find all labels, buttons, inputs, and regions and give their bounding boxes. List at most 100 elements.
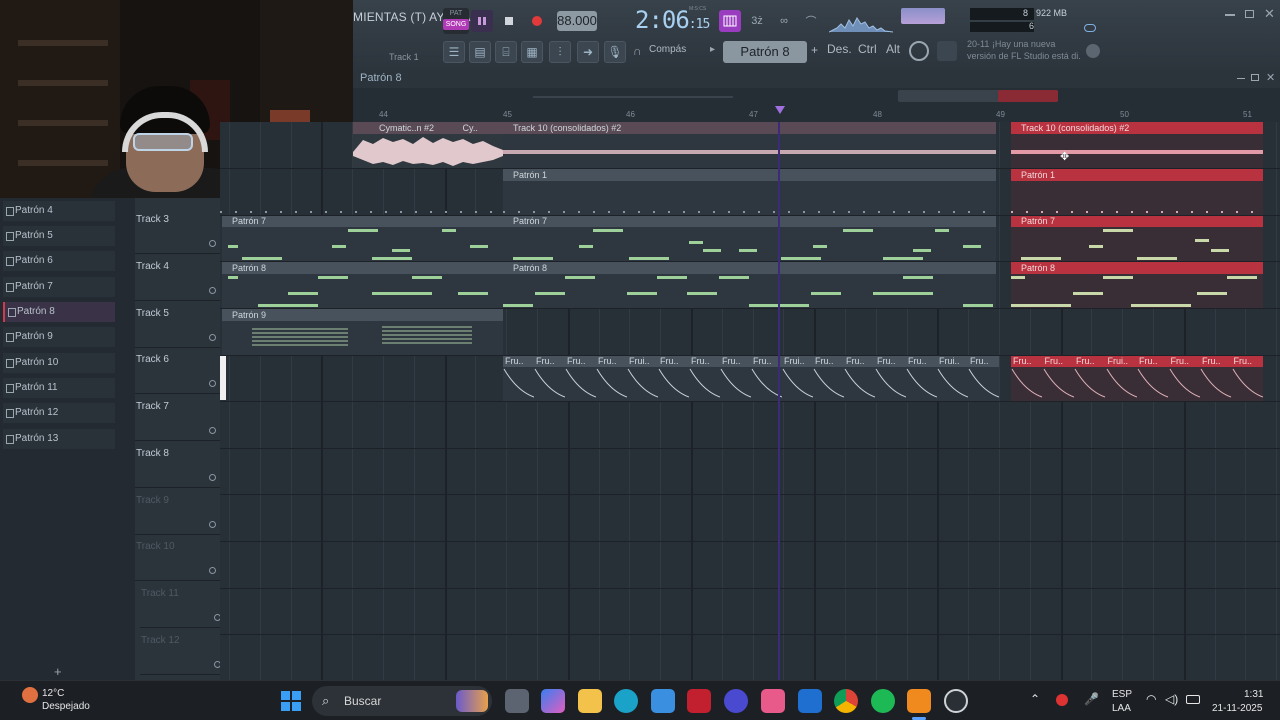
weather-desc[interactable]: Despejado xyxy=(42,701,90,712)
playlist-minimize-button[interactable] xyxy=(1237,78,1245,79)
automation-clip[interactable]: Frui.. xyxy=(1105,355,1137,401)
wifi-icon[interactable]: ◠ xyxy=(1146,692,1156,706)
tray-chevron-icon[interactable]: ⌃ xyxy=(1030,692,1040,706)
picker-item-patron-13[interactable]: Patrón 13 xyxy=(3,429,115,449)
pause-button[interactable] xyxy=(471,10,493,32)
pattern-clip-patron-7-b[interactable]: Patrón 7 xyxy=(503,215,996,261)
playlist-close-button[interactable]: ✕ xyxy=(1266,71,1275,84)
picker-item-patron-12[interactable]: Patrón 12 xyxy=(3,403,115,423)
mixer-button[interactable]: ⫶ xyxy=(549,41,571,63)
alt-key-label[interactable]: Alt xyxy=(886,42,900,56)
edge-icon[interactable] xyxy=(614,689,638,713)
track-mute-dot[interactable] xyxy=(209,287,216,294)
channel-rack-button[interactable]: ▦ xyxy=(521,41,543,63)
touch-keyboard-icon[interactable] xyxy=(909,41,929,61)
automation-clip[interactable]: Frui.. xyxy=(782,355,813,401)
record-button[interactable] xyxy=(526,10,548,32)
automation-clip[interactable]: Fru.. xyxy=(1200,355,1232,401)
automation-clip[interactable]: Fru.. xyxy=(906,355,937,401)
stop-button[interactable] xyxy=(498,10,520,32)
outlook-icon[interactable] xyxy=(798,689,822,713)
playhead-marker-icon[interactable] xyxy=(775,106,785,114)
automation-clip[interactable]: Fru.. xyxy=(720,355,751,401)
mic-icon[interactable]: 🎤 xyxy=(1084,692,1099,706)
automation-clip[interactable]: Fru.. xyxy=(596,355,627,401)
tray-record-icon[interactable] xyxy=(1056,694,1068,706)
pattern-clip-patron-8-b[interactable]: Patrón 8 xyxy=(503,262,996,308)
metronome-button[interactable]: 3ż xyxy=(746,10,768,32)
automation-clip[interactable]: Frui.. xyxy=(627,355,658,401)
picker-item-patron-7[interactable]: Patrón 7 xyxy=(3,277,115,297)
ctrl-key-label[interactable]: Ctrl xyxy=(858,42,877,56)
automation-clip[interactable]: Fru.. xyxy=(503,355,534,401)
fl-studio-icon[interactable] xyxy=(907,689,931,713)
track-header-12[interactable]: Track 12 xyxy=(140,629,225,675)
audio-clip-prev[interactable]: Cymatic..n #2 Cy.. xyxy=(353,122,503,168)
playlist-maximize-button[interactable] xyxy=(1251,74,1259,81)
clock-time[interactable]: 1:31 xyxy=(1244,689,1263,700)
loop-record-button[interactable]: ∞ xyxy=(773,10,795,32)
track-mute-dot[interactable] xyxy=(209,427,216,434)
track-mute-dot[interactable] xyxy=(209,240,216,247)
automation-clip[interactable]: Fru.. xyxy=(875,355,906,401)
file-explorer-icon[interactable] xyxy=(578,689,602,713)
master-volume-meter[interactable] xyxy=(901,8,945,24)
weather-temp[interactable]: 12°C xyxy=(42,688,64,699)
obs-icon[interactable] xyxy=(944,689,968,713)
automation-clip[interactable]: Fru.. xyxy=(689,355,720,401)
globe-icon[interactable] xyxy=(1086,44,1100,58)
picker-item-patron-4[interactable]: Patrón 4 xyxy=(3,201,115,221)
clock-date[interactable]: 21-11-2025 xyxy=(1212,703,1262,714)
pattern-clip-patron-8-a[interactable]: Patrón 8 xyxy=(222,262,503,308)
shift-key-label[interactable]: Des. xyxy=(827,42,852,56)
track-header-8[interactable]: Track 8 xyxy=(135,442,220,488)
playlist-grid[interactable]: Cymatic..n #2 Cy.. Track 10 (consolidado… xyxy=(220,122,1280,680)
track-header-6[interactable]: Track 6 xyxy=(135,348,220,394)
pattern-clip-patron-1[interactable]: Patrón 1 xyxy=(503,169,996,215)
pattern-clip-patron-7-a[interactable]: Patrón 7 xyxy=(222,215,503,261)
track-header-7[interactable]: Track 7 xyxy=(135,395,220,441)
step-sequencer-button[interactable]: ▤ xyxy=(469,41,491,63)
track-header-5[interactable]: Track 5 xyxy=(135,302,220,348)
track-mute-dot[interactable] xyxy=(209,334,216,341)
language-line-1[interactable]: ESP xyxy=(1112,689,1132,700)
vpn-icon[interactable] xyxy=(724,689,748,713)
prev-pattern-arrow-icon[interactable]: ▸ xyxy=(710,44,715,55)
windows-start-icon[interactable] xyxy=(281,691,301,711)
automation-clip[interactable]: Fru.. xyxy=(1042,355,1074,401)
track-mute-dot[interactable] xyxy=(209,521,216,528)
pat-song-toggle[interactable]: PAT SONG xyxy=(443,8,469,34)
pattern-clip-patron-9[interactable]: Patrón 9 xyxy=(222,309,503,355)
automation-clip[interactable]: Fru.. xyxy=(658,355,689,401)
automation-clip[interactable]: Frui.. xyxy=(937,355,968,401)
picker-add-button[interactable]: + xyxy=(54,664,62,679)
spotify-icon[interactable] xyxy=(871,689,895,713)
automation-clip[interactable]: Fru.. xyxy=(1168,355,1200,401)
app-icon[interactable] xyxy=(761,689,785,713)
mcafee-icon[interactable] xyxy=(687,689,711,713)
track-header-9[interactable]: Track 9 xyxy=(135,489,220,535)
add-pattern-button[interactable]: + xyxy=(811,43,818,57)
track-header-3[interactable]: Track 3 xyxy=(135,208,220,254)
automation-clip[interactable]: Fru.. xyxy=(1137,355,1169,401)
track-mute-dot[interactable] xyxy=(209,567,216,574)
restore-window-button[interactable] xyxy=(1245,10,1254,18)
automation-clip[interactable]: Fru.. xyxy=(565,355,596,401)
pattern-clip-patron-7-selected[interactable]: Patrón 7 xyxy=(1011,215,1263,261)
picker-item-patron-10[interactable]: Patrón 10 xyxy=(3,353,115,373)
recording-button[interactable]: 🎙 xyxy=(604,41,626,63)
plugin-picker-button[interactable]: ➜ xyxy=(577,41,599,63)
shop-cart-icon[interactable] xyxy=(937,41,957,61)
automation-clip[interactable]: Fru.. xyxy=(968,355,999,401)
close-window-button[interactable]: ✕ xyxy=(1264,6,1275,22)
automation-clip[interactable]: Fru.. xyxy=(844,355,875,401)
automation-clip[interactable]: Fru.. xyxy=(1231,355,1263,401)
automation-clip[interactable]: Fru.. xyxy=(1074,355,1106,401)
minimize-window-button[interactable] xyxy=(1225,14,1235,16)
playhead[interactable] xyxy=(778,122,780,680)
track-mute-dot[interactable] xyxy=(209,474,216,481)
audio-clip-selected[interactable]: Track 10 (consolidados) #2 ✥ xyxy=(1011,122,1263,168)
weather-icon[interactable] xyxy=(22,687,38,703)
news-ticker[interactable]: 20-11 ¡Hay una nueva versión de FL Studi… xyxy=(967,38,1081,62)
playlist-button[interactable]: ☰ xyxy=(443,41,465,63)
